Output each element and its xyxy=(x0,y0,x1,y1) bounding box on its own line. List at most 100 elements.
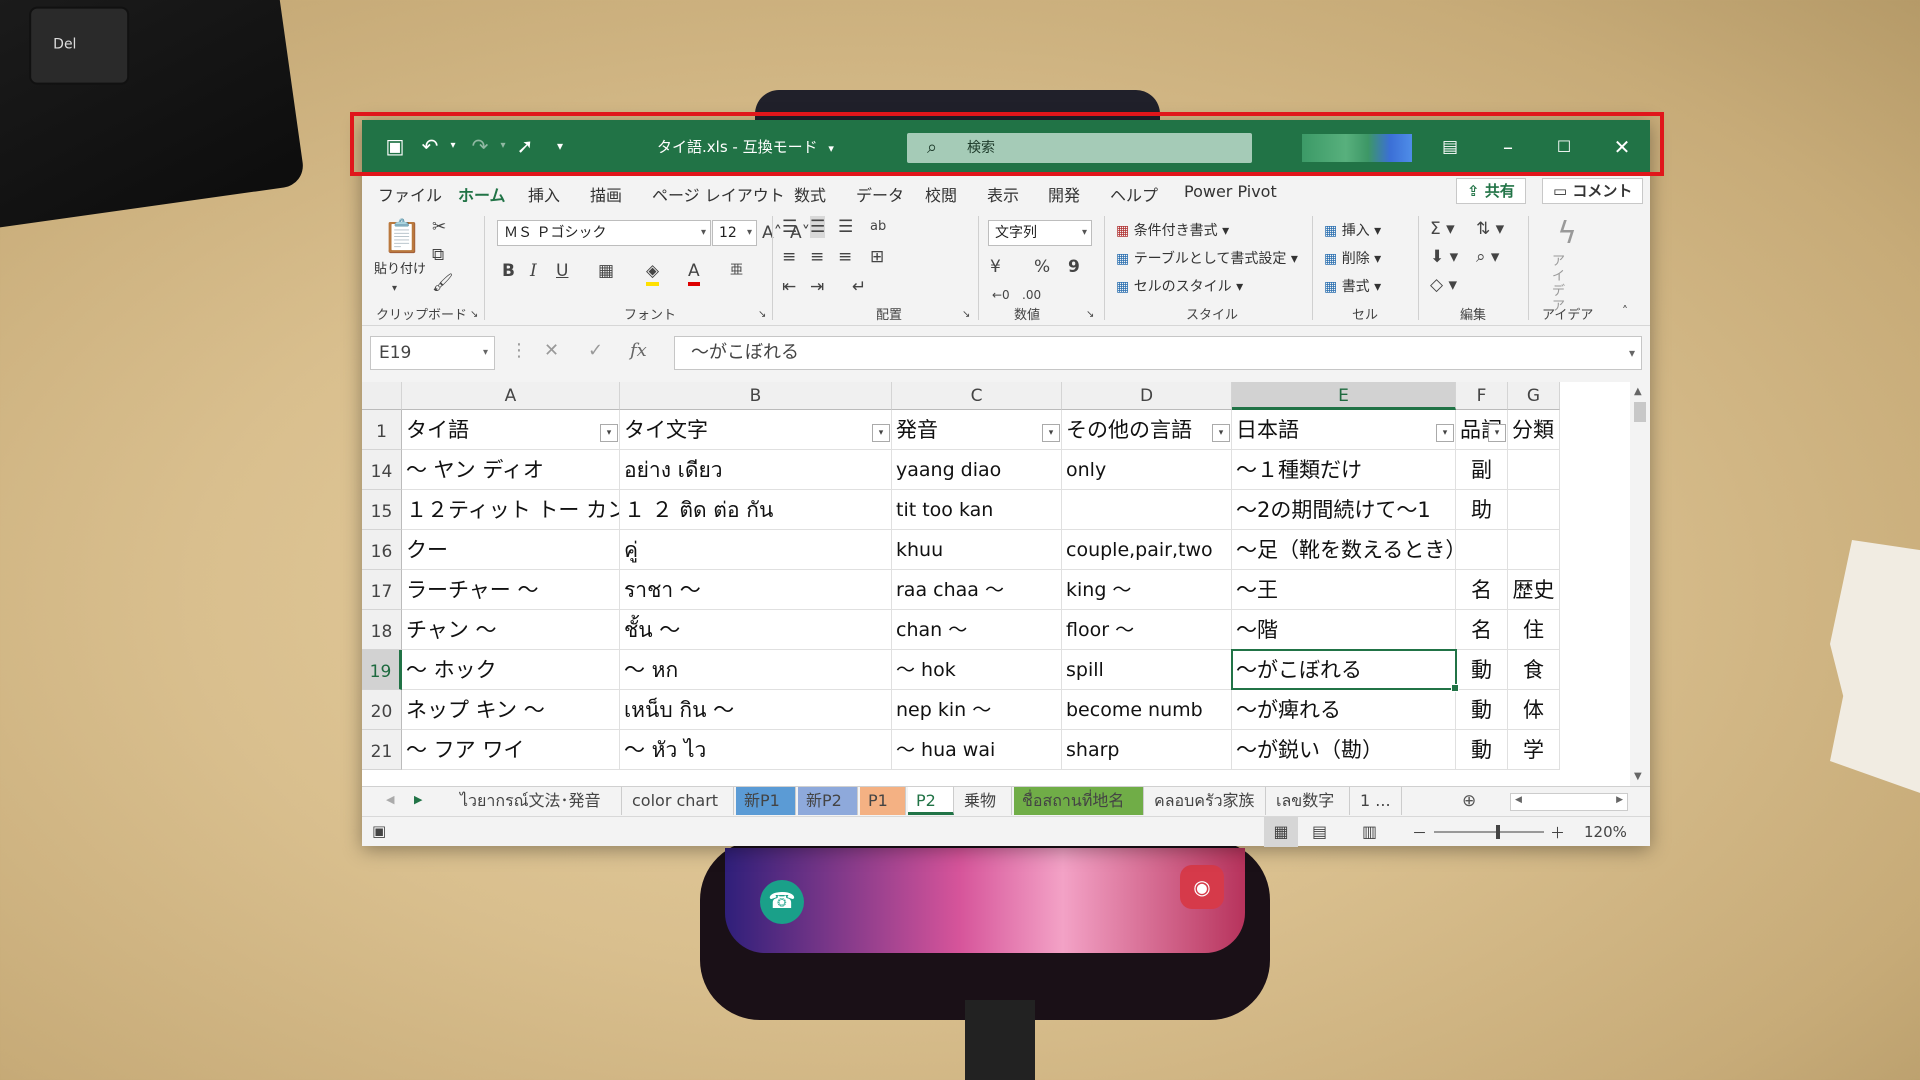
cell-a18[interactable]: チャン ～ xyxy=(402,610,620,650)
cell-a20[interactable]: ネップ キン ～ xyxy=(402,690,620,730)
decrease-decimal-icon[interactable]: .00 xyxy=(1022,284,1041,306)
cancel-icon[interactable]: ✕ xyxy=(544,340,559,361)
header-cell-d[interactable]: その他の言語 xyxy=(1062,410,1232,450)
borders-icon[interactable]: ▦ xyxy=(598,260,614,282)
cell-c20[interactable]: nep kin ～ xyxy=(892,690,1062,730)
cell-a15[interactable]: １２ティット トー カン xyxy=(402,490,620,530)
scroll-up-icon[interactable]: ▲ xyxy=(1634,386,1642,397)
number-format-combo[interactable]: 文字列 ▾ xyxy=(988,220,1092,246)
cell-f18[interactable]: 名 xyxy=(1456,610,1508,650)
cell-d14[interactable]: only xyxy=(1062,450,1232,490)
filter-dropdown-icon[interactable]: ▾ xyxy=(600,424,618,442)
comma-button[interactable]: 9 xyxy=(1068,256,1080,278)
undo-dropdown-icon[interactable]: ▾ xyxy=(440,133,466,159)
cell-d15[interactable] xyxy=(1062,490,1232,530)
collapse-ribbon-icon[interactable]: ˄ xyxy=(1622,300,1628,322)
zoom-out-button[interactable]: － xyxy=(1412,822,1427,843)
align-left-icon[interactable]: ≡ xyxy=(782,246,796,268)
cell-d20[interactable]: become numb xyxy=(1062,690,1232,730)
alignment-launcher-icon[interactable]: ↘ xyxy=(962,304,970,326)
cell-g20[interactable]: 体 xyxy=(1508,690,1560,730)
cell-c18[interactable]: chan ～ xyxy=(892,610,1062,650)
filter-dropdown-icon[interactable]: ▾ xyxy=(1436,424,1454,442)
sort-filter-icon[interactable]: ⇅ ▾ xyxy=(1476,218,1504,240)
cell-f21[interactable]: 動 xyxy=(1456,730,1508,770)
cell-d19[interactable]: spill xyxy=(1062,650,1232,690)
header-cell-b[interactable]: タイ文字 xyxy=(620,410,892,450)
minimize-button[interactable]: – xyxy=(1480,120,1536,174)
currency-icon[interactable]: ¥ xyxy=(990,256,1001,278)
decrease-indent-icon[interactable]: ⇤ xyxy=(782,276,796,298)
delete-cells-button[interactable]: ▦ 削除 ▾ xyxy=(1324,248,1381,268)
zoom-in-button[interactable]: ＋ xyxy=(1550,822,1565,843)
tab-data[interactable]: データ xyxy=(856,182,904,206)
tab-file[interactable]: ファイル xyxy=(378,182,442,206)
paste-dropdown-icon[interactable]: ▾ xyxy=(392,278,397,300)
cell-d17[interactable]: king ～ xyxy=(1062,570,1232,610)
merge-center-icon[interactable]: ⊞ xyxy=(870,246,884,268)
cell-a16[interactable]: クー xyxy=(402,530,620,570)
filter-dropdown-icon[interactable]: ▾ xyxy=(872,424,890,442)
add-sheet-icon[interactable]: ⊕ xyxy=(1462,791,1476,811)
search-box[interactable]: ⌕ 検索 xyxy=(907,133,1252,163)
tab-developer[interactable]: 開発 xyxy=(1048,182,1080,206)
cell-g16[interactable] xyxy=(1508,530,1560,570)
scroll-tabs-left-icon[interactable]: ◀ xyxy=(386,793,394,806)
sheet-tab[interactable]: ชื่อสถานที่地名 xyxy=(1014,787,1144,815)
cell-f15[interactable]: 助 xyxy=(1456,490,1508,530)
zoom-slider-thumb[interactable] xyxy=(1496,825,1500,839)
number-launcher-icon[interactable]: ↘ xyxy=(1086,304,1094,326)
phonetic-guide-icon[interactable]: 亜 xyxy=(730,260,743,282)
font-launcher-icon[interactable]: ↘ xyxy=(758,304,766,326)
cell-b14[interactable]: อย่าง เดียว xyxy=(620,450,892,490)
select-all-button[interactable] xyxy=(362,382,402,410)
cell-e17[interactable]: ～王 xyxy=(1232,570,1456,610)
cell-e14[interactable]: ～１種類だけ xyxy=(1232,450,1456,490)
cell-styles-button[interactable]: ▦ セルのスタイル ▾ xyxy=(1116,276,1243,296)
cell-d18[interactable]: floor ～ xyxy=(1062,610,1232,650)
italic-button[interactable]: I xyxy=(530,260,537,282)
paste-icon[interactable]: 📋 xyxy=(382,216,422,256)
fill-color-icon[interactable]: ◈ xyxy=(646,260,660,286)
cell-b16[interactable]: คู่ xyxy=(620,530,892,570)
format-painter-icon[interactable]: 🖌 xyxy=(432,272,454,294)
cell-c19[interactable]: ～ hok xyxy=(892,650,1062,690)
scroll-down-icon[interactable]: ▼ xyxy=(1634,771,1642,782)
cell-g21[interactable]: 学 xyxy=(1508,730,1560,770)
cell-g17[interactable]: 歴史 xyxy=(1508,570,1560,610)
scrollbar-thumb[interactable] xyxy=(1634,402,1646,422)
title-dropdown-icon[interactable]: ▾ xyxy=(828,142,834,155)
enter-icon[interactable]: ✓ xyxy=(588,340,603,361)
column-header-c[interactable]: C xyxy=(892,382,1062,410)
cell-a14[interactable]: ～ ヤン ディオ xyxy=(402,450,620,490)
font-size-combo[interactable]: 12 ▾ xyxy=(712,220,757,246)
name-box[interactable]: E19 ▾ xyxy=(370,336,495,370)
cell-f17[interactable]: 名 xyxy=(1456,570,1508,610)
account-area[interactable] xyxy=(1302,134,1412,162)
fill-icon[interactable]: ⬇ ▾ xyxy=(1430,246,1458,268)
align-right-icon[interactable]: ≡ xyxy=(838,246,852,268)
pointer-icon[interactable]: ➚ xyxy=(512,133,538,159)
cell-e19[interactable]: ～がこぼれる xyxy=(1232,650,1456,690)
sheet-tab[interactable]: เลข数字 xyxy=(1268,787,1350,815)
tab-draw[interactable]: 描画 xyxy=(590,182,622,206)
page-layout-view-icon[interactable]: ▤ xyxy=(1312,822,1327,841)
cell-e21[interactable]: ～が鋭い（勘） xyxy=(1232,730,1456,770)
percent-button[interactable]: % xyxy=(1034,256,1050,278)
formula-input[interactable]: ～がこぼれる ▾ xyxy=(674,336,1642,370)
increase-indent-icon[interactable]: ⇥ xyxy=(810,276,824,298)
cell-a21[interactable]: ～ フア ワイ xyxy=(402,730,620,770)
cell-e15[interactable]: ～2の期間続けて～1 xyxy=(1232,490,1456,530)
cell-f16[interactable] xyxy=(1456,530,1508,570)
cell-g15[interactable] xyxy=(1508,490,1560,530)
cell-b17[interactable]: ราชา ～ xyxy=(620,570,892,610)
cut-icon[interactable]: ✂ xyxy=(432,216,446,238)
tab-help[interactable]: ヘルプ xyxy=(1110,182,1158,206)
column-header-b[interactable]: B xyxy=(620,382,892,410)
cell-g14[interactable] xyxy=(1508,450,1560,490)
header-cell-a[interactable]: タイ語 xyxy=(402,410,620,450)
cell-f20[interactable]: 動 xyxy=(1456,690,1508,730)
sheet-tab[interactable]: 乗物 xyxy=(956,787,1012,815)
increase-decimal-icon[interactable]: ←0 xyxy=(992,284,1010,306)
orientation-icon[interactable]: ab xyxy=(870,216,886,238)
